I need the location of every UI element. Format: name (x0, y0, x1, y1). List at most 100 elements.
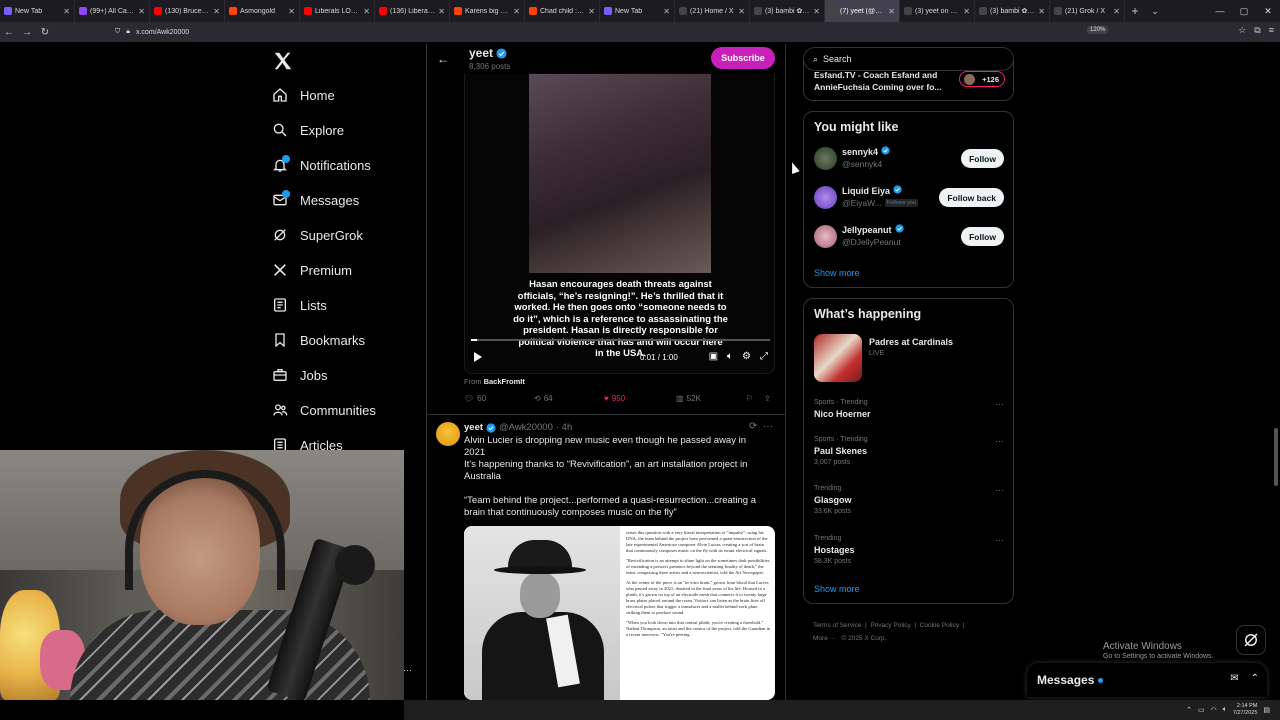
browser-tab[interactable]: (3) bambi ✿ che✕ (975, 0, 1050, 22)
more-icon[interactable]: ··· (995, 399, 1004, 409)
suggested-user[interactable]: Jellypeanut @DJellyPeanut Follow (814, 223, 1004, 251)
maximize-icon[interactable]: ▢ (1232, 0, 1256, 22)
browser-tab[interactable]: (3) bambi ✿ che✕ (750, 0, 825, 22)
sidebar-item-lists[interactable]: Lists (272, 290, 327, 320)
footer-link[interactable]: Terms of Service (813, 622, 861, 629)
author-handle[interactable]: @Awk20000 (499, 422, 553, 433)
sidebar-item-messages[interactable]: Messages (272, 185, 359, 215)
avatar[interactable] (814, 186, 837, 209)
views-button[interactable]: ▥ 52K (676, 394, 701, 403)
tab-close-icon[interactable]: ✕ (438, 7, 445, 16)
share-button[interactable]: ⇪ (764, 394, 771, 403)
back-arrow-icon[interactable]: ← (437, 52, 449, 66)
reload-icon[interactable]: ↻ (36, 27, 54, 38)
tab-close-icon[interactable]: ✕ (813, 7, 820, 16)
tab-close-icon[interactable]: ✕ (363, 7, 370, 16)
tab-close-icon[interactable]: ✕ (1113, 7, 1120, 16)
browser-tab[interactable]: Chad child : r/As✕ (525, 0, 600, 22)
suggested-user[interactable]: Liquid Eiya @EiyaW... Follows you Follow ba… (814, 184, 1004, 212)
menu-icon[interactable]: ≡ (1269, 25, 1274, 36)
search-input[interactable]: ⌕ Search (803, 47, 1014, 71)
trend-item[interactable]: Sports · Trending Paul Skenes 3,007 posts ·… (814, 436, 1004, 466)
user-name[interactable]: sennyk4 (842, 146, 890, 157)
tab-close-icon[interactable]: ✕ (663, 7, 670, 16)
browser-tab[interactable]: (99+) All Catego✕ (75, 0, 150, 22)
zoom-level[interactable]: 120% (1087, 26, 1109, 34)
more-icon[interactable]: ··· (995, 436, 1004, 446)
reply-button[interactable]: 💬︎ 60 (464, 394, 486, 403)
tab-close-icon[interactable]: ✕ (63, 7, 70, 16)
back-arrow-icon[interactable]: ← (0, 27, 18, 38)
browser-tab[interactable]: (130) BruceDropI✕ (150, 0, 225, 22)
sidebar-item-bookmarks[interactable]: Bookmarks (272, 325, 365, 355)
subscribe-button[interactable]: Subscribe (711, 47, 775, 69)
expand-icon[interactable]: ⌃ (1251, 673, 1259, 684)
grok-button[interactable] (1236, 625, 1266, 655)
follow-button[interactable]: Follow (961, 227, 1004, 246)
video-progress-bar[interactable] (471, 339, 770, 341)
show-more-link[interactable]: Show more (814, 584, 860, 594)
trend-item[interactable]: Sports · Trending Nico Hoerner ··· (814, 399, 1004, 419)
browser-tab[interactable]: (7) yeet (@Awk2✕ (825, 0, 900, 22)
browser-tab[interactable]: (3) yeet on X: "A✕ (900, 0, 975, 22)
settings-icon[interactable]: ⚙ (742, 351, 751, 362)
footer-more[interactable]: More ··· (813, 635, 836, 642)
more-icon[interactable]: ··· (995, 485, 1004, 495)
browser-tab[interactable]: New Tab ✕ (600, 0, 675, 22)
sidebar-item-supergrok[interactable]: SuperGrok (272, 220, 363, 250)
sidebar-item-jobs[interactable]: Jobs (272, 360, 327, 390)
new-tab-icon[interactable]: + (1125, 4, 1145, 18)
messages-drawer[interactable]: Messages ✉ ⌃ (1027, 663, 1267, 697)
browser-tab[interactable]: Karens big mad c✕ (450, 0, 525, 22)
trend-item[interactable]: Trending Hostages 58.3K posts ··· (814, 535, 1004, 565)
notification-icon[interactable]: ▤ (1263, 706, 1270, 714)
tab-close-icon[interactable]: ✕ (588, 7, 595, 16)
tab-close-icon[interactable]: ✕ (513, 7, 520, 16)
volume-icon[interactable]: 🔈︎ (1223, 706, 1227, 714)
sidebar-item-home[interactable]: Home (272, 80, 335, 110)
avatar[interactable] (814, 147, 837, 170)
more-icon[interactable]: ··· (403, 665, 412, 675)
sidebar-item-notifications[interactable]: Notifications (272, 150, 371, 180)
browser-tab[interactable]: (21) Home / X ✕ (675, 0, 750, 22)
footer-link[interactable]: Cookie Policy (920, 622, 959, 629)
like-button[interactable]: ♥ 950 (604, 394, 625, 403)
captions-icon[interactable]: ▣ (709, 351, 718, 362)
user-name[interactable]: Jellypeanut (842, 224, 904, 235)
network-icon[interactable]: ▭ (1198, 706, 1205, 714)
chevron-up-icon[interactable]: ⌃ (1186, 706, 1192, 714)
author-name[interactable]: yeet (464, 422, 483, 433)
clock[interactable]: 2:14 PM 7/27/2025 (1233, 703, 1257, 717)
sidebar-item-premium[interactable]: Premium (272, 255, 352, 285)
bookmark-button[interactable]: ⚐ (746, 394, 753, 403)
avatar[interactable] (814, 225, 837, 248)
more-icon[interactable]: ··· (995, 535, 1004, 545)
tab-close-icon[interactable]: ✕ (288, 7, 295, 16)
post-image[interactable]: raises this question with a very literal… (464, 526, 775, 700)
tab-close-icon[interactable]: ✕ (888, 7, 895, 16)
tab-close-icon[interactable]: ✕ (1038, 7, 1045, 16)
extension-icon[interactable]: ⧉ (1254, 25, 1260, 36)
show-more-link[interactable]: Show more (814, 268, 860, 278)
event-title[interactable]: Padres at Cardinals (869, 337, 953, 347)
address-bar[interactable]: ⛉ 🔒︎ x.com/Awk20000 (115, 25, 1125, 39)
close-icon[interactable]: ✕ (1256, 0, 1280, 22)
browser-tab[interactable]: (21) Grok / X ✕ (1050, 0, 1125, 22)
browser-tab[interactable]: Liberals LOSE TH✕ (300, 0, 375, 22)
footer-link[interactable]: Privacy Policy (870, 622, 910, 629)
video-player[interactable]: Hasan encourages death threats against o… (464, 66, 775, 374)
browser-tab[interactable]: (136) Liberals LO✕ (375, 0, 450, 22)
play-icon[interactable] (474, 352, 482, 362)
page-scrollbar[interactable] (1274, 428, 1278, 486)
follow-button[interactable]: Follow back (939, 188, 1004, 207)
browser-tab[interactable]: New Tab ✕ (0, 0, 75, 22)
event-image[interactable] (814, 334, 862, 382)
suggested-user[interactable]: sennyk4 @sennyk4 Follow (814, 145, 1004, 173)
avatar[interactable] (436, 422, 460, 446)
tab-close-icon[interactable]: ✕ (138, 7, 145, 16)
grok-icon[interactable]: ⟳ (749, 421, 757, 432)
x-logo-icon[interactable] (272, 50, 294, 72)
minimize-icon[interactable]: — (1208, 0, 1232, 22)
follow-button[interactable]: Follow (961, 149, 1004, 168)
volume-icon[interactable]: 🔈︎ (727, 351, 733, 362)
